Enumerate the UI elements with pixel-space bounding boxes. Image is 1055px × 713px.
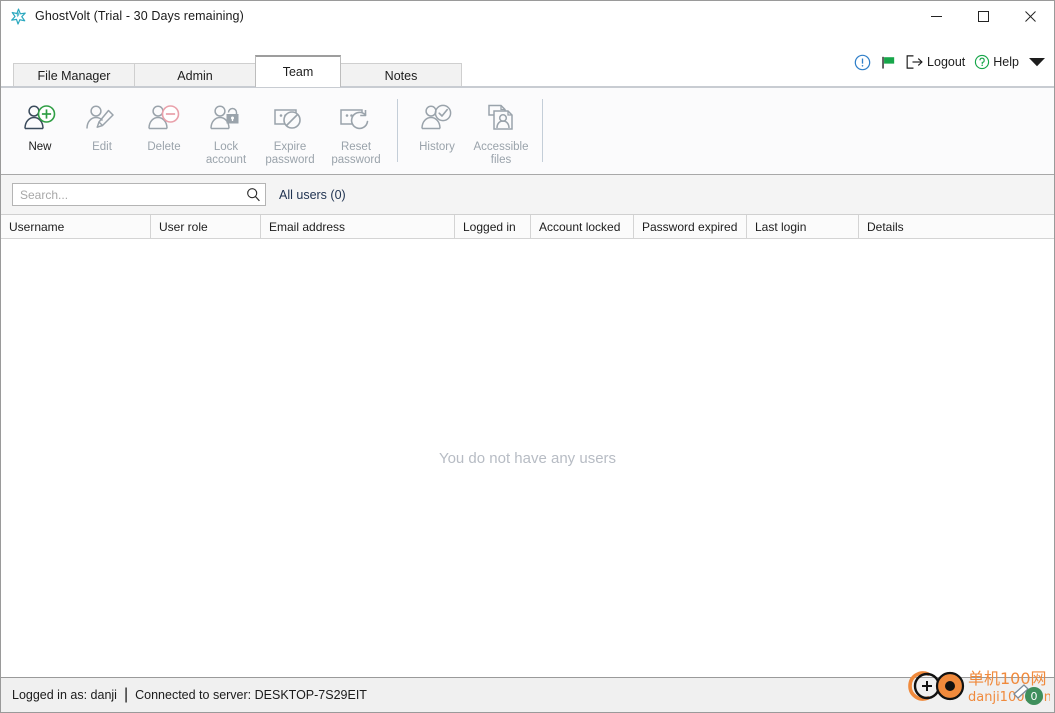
search-icon[interactable] bbox=[246, 187, 261, 202]
logged-in-status: Logged in as: danji bbox=[12, 688, 117, 702]
search-row: All users (0) bbox=[1, 175, 1054, 215]
toolbar-label: New bbox=[28, 141, 52, 153]
user-edit-icon bbox=[84, 100, 120, 138]
toolbar-label: Lock account bbox=[205, 141, 247, 166]
column-header-account-locked[interactable]: Account locked bbox=[531, 215, 634, 238]
ghostvolt-window: GhostVolt (Trial - 30 Days remaining) Lo… bbox=[0, 0, 1055, 713]
column-header-details[interactable]: Details bbox=[859, 215, 1054, 238]
close-button[interactable] bbox=[1007, 1, 1054, 31]
tab-bar: File Manager Admin Team Notes bbox=[13, 55, 462, 87]
minimize-icon bbox=[931, 15, 942, 17]
toolbar-label: Accessible files bbox=[473, 141, 529, 166]
column-header-email-address[interactable]: Email address bbox=[261, 215, 455, 238]
title-bar: GhostVolt (Trial - 30 Days remaining) bbox=[1, 1, 1054, 31]
tab-bar-area: File Manager Admin Team Notes bbox=[1, 55, 1054, 87]
user-lock-icon bbox=[208, 100, 244, 138]
password-reset-icon bbox=[338, 100, 374, 138]
password-expire-icon bbox=[272, 100, 308, 138]
ghostvolt-star-icon bbox=[11, 7, 26, 25]
tab-label: Team bbox=[282, 65, 314, 79]
column-header-password-expired[interactable]: Password expired bbox=[634, 215, 747, 238]
tab-label: Admin bbox=[177, 68, 213, 83]
lock-account-button[interactable]: Lock account bbox=[195, 97, 257, 167]
table-header-row: Username User role Email address Logged … bbox=[1, 215, 1054, 239]
tab-label: Notes bbox=[384, 68, 418, 83]
user-delete-icon bbox=[146, 100, 182, 138]
search-box[interactable] bbox=[12, 183, 266, 206]
user-add-icon bbox=[22, 100, 58, 138]
column-header-last-login[interactable]: Last login bbox=[747, 215, 859, 238]
window-title: GhostVolt (Trial - 30 Days remaining) bbox=[35, 9, 244, 23]
empty-state-message: You do not have any users bbox=[438, 449, 617, 467]
toolbar-label: Expire password bbox=[265, 141, 315, 166]
svg-text:0: 0 bbox=[1031, 690, 1038, 703]
toolbar: New Edit Delete Lock account Expire pass… bbox=[1, 87, 1054, 175]
all-users-filter[interactable]: All users (0) bbox=[279, 188, 346, 202]
history-button[interactable]: History bbox=[406, 97, 468, 154]
users-table: Username User role Email address Logged … bbox=[1, 215, 1054, 678]
tab-notes[interactable]: Notes bbox=[340, 63, 462, 87]
maximize-icon bbox=[978, 10, 989, 22]
tab-team[interactable]: Team bbox=[255, 55, 341, 87]
minimize-button[interactable] bbox=[913, 1, 960, 31]
edit-user-button[interactable]: Edit bbox=[71, 97, 133, 154]
maximize-button[interactable] bbox=[960, 1, 1007, 31]
column-header-username[interactable]: Username bbox=[1, 215, 151, 238]
search-input[interactable] bbox=[20, 187, 246, 202]
table-body: You do not have any users bbox=[1, 239, 1054, 677]
status-separator: | bbox=[123, 686, 129, 703]
accessible-files-button[interactable]: Accessible files bbox=[468, 97, 534, 167]
toolbar-label: Edit bbox=[92, 141, 112, 153]
status-bar: Logged in as: danji | Connected to serve… bbox=[1, 669, 1054, 712]
column-header-user-role[interactable]: User role bbox=[151, 215, 261, 238]
column-header-logged-in[interactable]: Logged in bbox=[455, 215, 531, 238]
toolbar-label: Delete bbox=[147, 141, 181, 153]
tab-file-manager[interactable]: File Manager bbox=[13, 63, 135, 87]
watermark-url: danji100.com bbox=[968, 690, 1050, 705]
user-history-icon bbox=[419, 100, 455, 138]
tab-label: File Manager bbox=[37, 68, 111, 83]
toolbar-label: History bbox=[419, 141, 455, 153]
expire-password-button[interactable]: Expire password bbox=[257, 97, 323, 167]
new-user-button[interactable]: New bbox=[9, 97, 71, 154]
delete-user-button[interactable]: Delete bbox=[133, 97, 195, 154]
toolbar-label: Reset password bbox=[331, 141, 381, 166]
server-status: Connected to server: DESKTOP-7S29EIT bbox=[135, 688, 367, 702]
toolbar-divider-right bbox=[542, 99, 543, 162]
tab-admin[interactable]: Admin bbox=[134, 63, 256, 87]
toolbar-divider bbox=[397, 99, 398, 162]
close-icon bbox=[1025, 10, 1036, 22]
file-user-icon bbox=[483, 100, 519, 138]
reset-password-button[interactable]: Reset password bbox=[323, 97, 389, 167]
window-controls bbox=[913, 1, 1054, 31]
